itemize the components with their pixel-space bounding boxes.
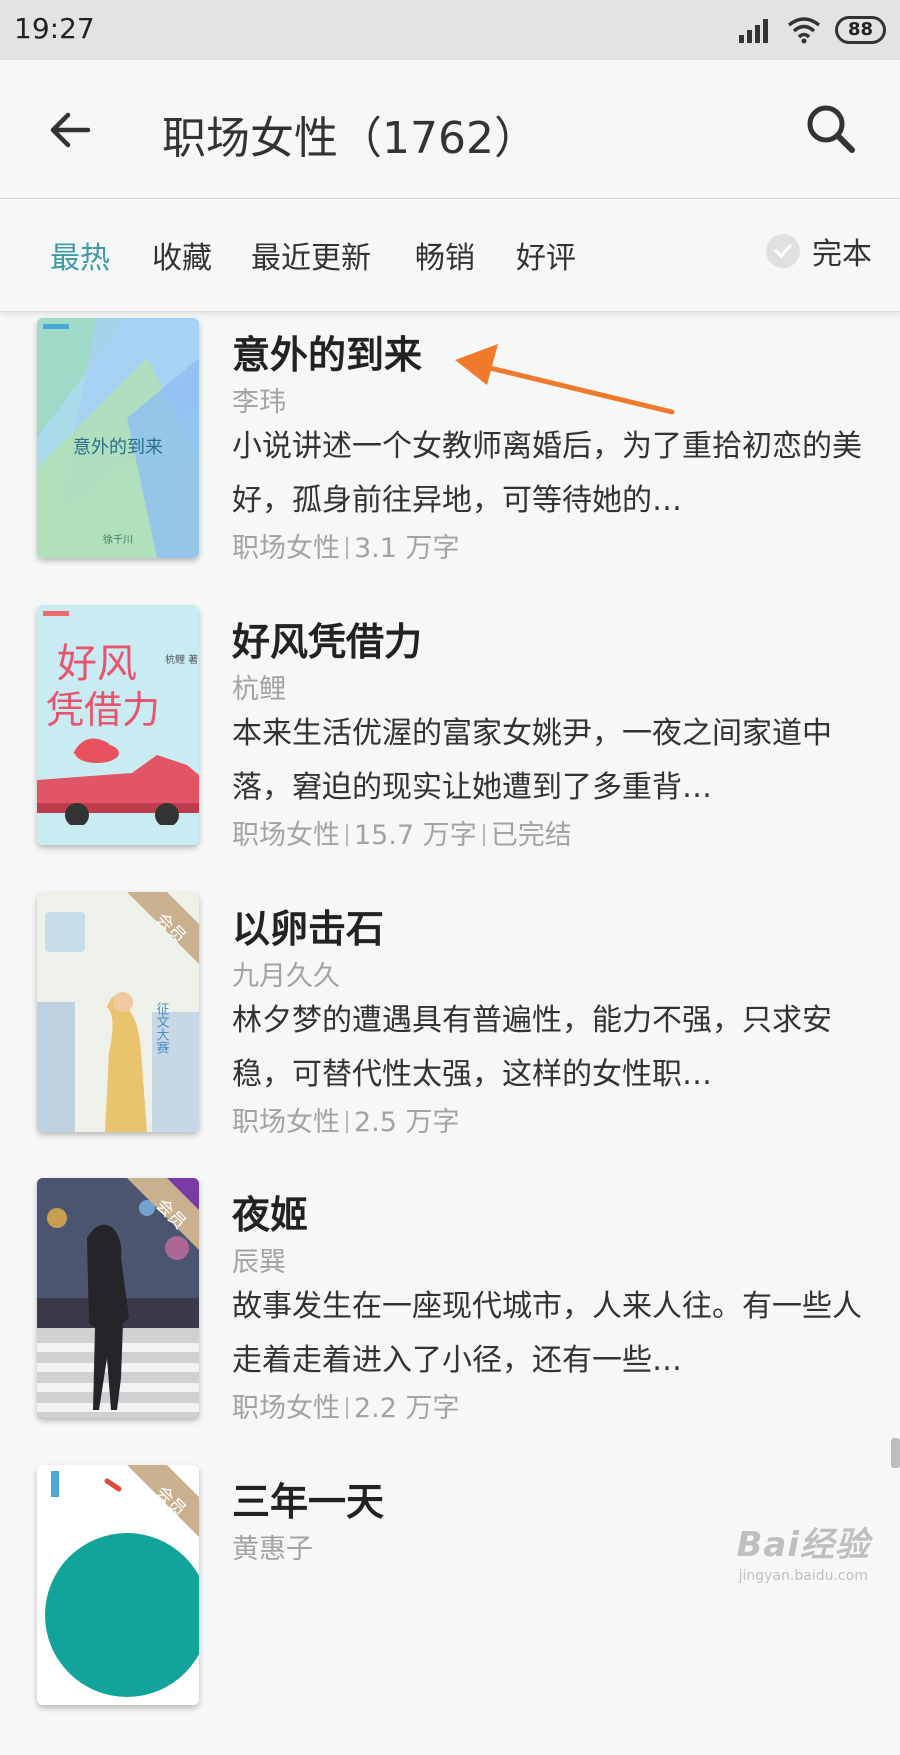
book-item[interactable]: 征文大赛 会员 以卵击石 九月久久 林夕梦的遭遇具有普遍性，能力不强，只求安稳，… [0, 892, 900, 1182]
book-author: 黄惠子 [232, 1534, 313, 1565]
book-category: 职场女性 [232, 820, 340, 851]
book-author: 辰巽 [232, 1247, 286, 1278]
book-description: 林夕梦的遭遇具有普遍性，能力不强，只求安稳，可替代性太强，这样的女性职… [232, 1003, 832, 1092]
status-time: 19:27 [14, 12, 95, 45]
search-icon[interactable] [802, 100, 860, 158]
svg-text:凭借力: 凭借力 [46, 688, 160, 732]
app-bar: 职场女性（1762） [0, 60, 900, 199]
book-item[interactable]: 会员 夜姬 辰巽 故事发生在一座现代城市，人来人往。有一些人走着走着进入了小径，… [0, 1178, 900, 1468]
tab-top-rated[interactable]: 好评 [516, 233, 576, 277]
book-title[interactable]: 夜姬 [232, 1184, 308, 1239]
complete-label: 完本 [812, 237, 872, 272]
book-author: 九月久久 [232, 961, 340, 992]
book-title[interactable]: 好风凭借力 [232, 611, 422, 666]
watermark-logo: Bai经验 [736, 1525, 870, 1565]
book-meta: 职场女性 15.7 万字 已完结 [232, 813, 572, 852]
tab-recent-updates[interactable]: 最近更新 [251, 233, 371, 277]
status-icons: 88 [738, 14, 886, 46]
book-word-count: 15.7 万字 [354, 820, 477, 851]
book-category: 职场女性 [232, 1107, 340, 1138]
cover-title: 征文大赛 [154, 1002, 170, 1054]
book-item[interactable]: 意外的到来 徐千川 意外的到来 李玮 小说讲述一个女教师离婚后，为了重拾初恋的美… [0, 318, 900, 608]
book-meta: 职场女性 3.1 万字 [232, 526, 460, 565]
meta-divider [346, 824, 348, 846]
book-description: 故事发生在一座现代城市，人来人往。有一些人走着走着进入了小径，还有一些… [232, 1289, 862, 1378]
svg-text:好风: 好风 [57, 641, 137, 687]
book-cover: 好风 凭借力 杭鲤 著 [37, 605, 199, 845]
cover-author: 徐千川 [103, 533, 133, 546]
back-arrow-icon[interactable] [44, 104, 96, 156]
book-cover: 征文大赛 会员 [37, 892, 199, 1132]
signal-icon [738, 19, 768, 43]
book-word-count: 3.1 万字 [354, 533, 460, 564]
meta-divider [346, 537, 348, 559]
book-cover: 会员 [37, 1465, 199, 1705]
book-item[interactable]: 好风 凭借力 杭鲤 著 好风凭借力 杭鲤 本来生活优渥的富家女姚尹，一夜之间家道… [0, 605, 900, 895]
meta-divider [346, 1397, 348, 1419]
watermark: Bai经验 jingyan.baidu.com [736, 1517, 870, 1584]
book-category: 职场女性 [232, 533, 340, 564]
book-meta: 职场女性 2.2 万字 [232, 1386, 460, 1425]
book-title[interactable]: 三年一天 [232, 1471, 384, 1526]
battery-icon: 88 [834, 16, 886, 44]
book-author: 杭鲤 [232, 674, 286, 705]
book-meta: 职场女性 2.5 万字 [232, 1100, 460, 1139]
scrollbar-thumb[interactable] [891, 1438, 900, 1468]
book-item[interactable]: 会员 三年一天 黄惠子 [0, 1465, 900, 1755]
wifi-icon [787, 17, 821, 44]
tab-hottest[interactable]: 最热 [50, 233, 110, 277]
complete-filter-toggle[interactable]: 完本 [766, 229, 872, 273]
watermark-url: jingyan.baidu.com [738, 1568, 868, 1584]
tab-favorites[interactable]: 收藏 [152, 233, 212, 277]
page-title: 职场女性（1762） [162, 113, 538, 164]
cover-author: 杭鲤 著 [165, 653, 198, 666]
status-bar: 19:27 88 [0, 0, 900, 60]
book-category: 职场女性 [232, 1393, 340, 1424]
book-description: 本来生活优渥的富家女姚尹，一夜之间家道中落，窘迫的现实让她遭到了多重背… [232, 716, 832, 805]
meta-divider [482, 824, 485, 846]
book-cover: 意外的到来 徐千川 [37, 318, 199, 558]
cover-title: 意外的到来 [73, 437, 163, 458]
filter-bar: 最热 收藏 最近更新 畅销 好评 完本 [0, 199, 900, 312]
book-status: 已完结 [490, 820, 572, 851]
tab-bestselling[interactable]: 畅销 [415, 233, 475, 277]
book-title[interactable]: 意外的到来 [232, 324, 422, 379]
check-icon [766, 234, 800, 268]
book-word-count: 2.2 万字 [354, 1393, 460, 1424]
book-word-count: 2.5 万字 [354, 1107, 460, 1138]
book-cover: 会员 [37, 1178, 199, 1418]
book-description: 小说讲述一个女教师离婚后，为了重拾初恋的美好，孤身前往异地，可等待她的… [232, 429, 862, 518]
meta-divider [346, 1111, 348, 1133]
book-title[interactable]: 以卵击石 [232, 898, 384, 953]
book-author: 李玮 [232, 387, 286, 418]
